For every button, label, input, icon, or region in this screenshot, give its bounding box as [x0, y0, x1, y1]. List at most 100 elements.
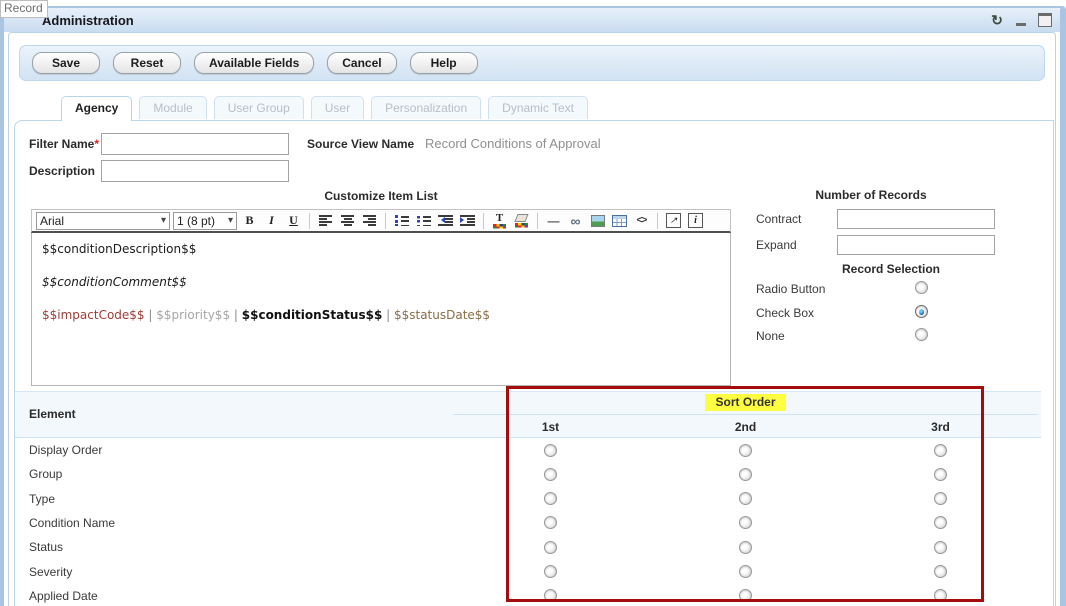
italic-icon[interactable]: I	[262, 212, 281, 230]
status-2nd-radio[interactable]	[739, 541, 752, 554]
severity-1st-radio[interactable]	[544, 565, 557, 578]
maximize-icon[interactable]	[1038, 13, 1052, 27]
check-box-option-row: Check Box	[756, 306, 814, 322]
administration-screen: Record Administration ↻ Save Reset Availab…	[0, 0, 1066, 606]
display-order-3rd-radio[interactable]	[934, 444, 947, 457]
editor-body[interactable]: $$conditionDescription$$ $$conditionComm…	[31, 233, 731, 386]
main-panel: Save Reset Available Fields Cancel Help Agen…	[8, 32, 1056, 606]
radio-button-radio[interactable]	[915, 281, 928, 294]
html-source-icon[interactable]: <>	[632, 212, 651, 230]
outdent-icon[interactable]	[436, 212, 455, 230]
type-2nd-radio[interactable]	[739, 492, 752, 505]
help-button[interactable]: Help	[410, 52, 478, 74]
text-color-icon[interactable]: T	[490, 212, 509, 230]
status-1st-radio[interactable]	[544, 541, 557, 554]
chevron-down-icon: ▾	[161, 215, 166, 226]
align-left-icon[interactable]	[316, 212, 335, 230]
none-radio[interactable]	[915, 328, 928, 341]
record-selection-heading: Record Selection	[741, 262, 1041, 276]
severity-2nd-radio[interactable]	[739, 565, 752, 578]
source-view-name-value: Record Conditions of Approval	[425, 136, 601, 151]
underline-icon[interactable]: U	[284, 212, 303, 230]
cancel-button[interactable]: Cancel	[327, 52, 396, 74]
sort-row-applied-date: Applied Date	[15, 584, 1041, 606]
check-box-label: Check Box	[756, 306, 814, 320]
align-center-icon[interactable]	[338, 212, 357, 230]
sort-order-highlight: Sort Order	[705, 394, 785, 411]
minimize-icon[interactable]	[1014, 13, 1028, 27]
column-header-3rd: 3rd	[843, 420, 1038, 434]
expand-input[interactable]	[837, 235, 995, 255]
group-label: Group	[29, 467, 62, 481]
tab-user[interactable]: User	[311, 96, 364, 119]
tab-personalization[interactable]: Personalization	[371, 96, 481, 119]
align-right-icon[interactable]	[360, 212, 379, 230]
sort-row-display-order: Display Order	[15, 438, 1041, 462]
contract-input[interactable]	[837, 209, 995, 229]
display-order-2nd-radio[interactable]	[739, 444, 752, 457]
popup-editor-icon[interactable]: ↗	[664, 212, 683, 230]
sort-order-columns: Sort Order 1st2nd3rd	[453, 391, 1038, 438]
record-tooltip: Record	[0, 0, 48, 18]
group-3rd-radio[interactable]	[934, 468, 947, 481]
toolbar-separator	[385, 213, 386, 229]
type-1st-radio[interactable]	[544, 492, 557, 505]
template-token: |	[145, 308, 157, 322]
bold-icon[interactable]: B	[240, 212, 259, 230]
info-icon[interactable]: i	[686, 212, 705, 230]
window-title: Administration	[42, 13, 134, 28]
condition-name-2nd-radio[interactable]	[739, 516, 752, 529]
highlight-color-icon[interactable]	[512, 212, 531, 230]
column-header-2nd: 2nd	[648, 420, 843, 434]
tab-agency[interactable]: Agency	[61, 96, 132, 121]
unordered-list-icon[interactable]	[414, 212, 433, 230]
chevron-down-icon: ▾	[228, 215, 233, 226]
template-token: |	[230, 308, 242, 322]
group-2nd-radio[interactable]	[739, 468, 752, 481]
available-fields-button[interactable]: Available Fields	[194, 52, 314, 74]
font-size-select-value: 1 (8 pt)	[177, 214, 215, 228]
refresh-icon[interactable]: ↻	[990, 13, 1004, 27]
insert-table-icon[interactable]	[610, 212, 629, 230]
applied-date-2nd-radio[interactable]	[739, 589, 752, 602]
check-box-radio[interactable]	[915, 305, 928, 318]
expand-row: Expand	[756, 238, 797, 258]
link-icon[interactable]: ∞	[566, 212, 585, 230]
required-marker: *	[94, 137, 99, 151]
description-label: Description	[29, 164, 95, 178]
tab-bar: Agency Module User Group User Personalizatio…	[61, 96, 588, 119]
filter-name-input[interactable]	[101, 133, 289, 155]
save-button[interactable]: Save	[32, 52, 100, 74]
type-3rd-radio[interactable]	[934, 492, 947, 505]
ordered-list-icon[interactable]	[392, 212, 411, 230]
sort-row-group: Group	[15, 462, 1041, 486]
applied-date-3rd-radio[interactable]	[934, 589, 947, 602]
severity-3rd-radio[interactable]	[934, 565, 947, 578]
tab-module[interactable]: Module	[139, 96, 206, 119]
applied-date-label: Applied Date	[29, 589, 98, 603]
font-family-select[interactable]: Arial▾	[36, 212, 170, 230]
editor-toolbar: Arial▾ 1 (8 pt) ▾ BIU T —∞ <> ↗i	[31, 209, 731, 233]
status-3rd-radio[interactable]	[934, 541, 947, 554]
display-order-1st-radio[interactable]	[544, 444, 557, 457]
contract-row: Contract	[756, 212, 801, 232]
condition-name-3rd-radio[interactable]	[934, 516, 947, 529]
font-size-select[interactable]: 1 (8 pt) ▾	[173, 212, 237, 230]
tab-user-group[interactable]: User Group	[214, 96, 304, 119]
template-token: $$priority$$	[156, 308, 230, 322]
source-view-name-label: Source View Name	[307, 137, 414, 151]
toolbar-separator	[483, 213, 484, 229]
description-input[interactable]	[101, 160, 289, 182]
template-token: |	[382, 308, 394, 322]
tab-dynamic-text[interactable]: Dynamic Text	[488, 96, 588, 119]
group-1st-radio[interactable]	[544, 468, 557, 481]
reset-button[interactable]: Reset	[113, 52, 181, 74]
radio-button-option-row: Radio Button	[756, 282, 825, 298]
image-icon[interactable]	[588, 212, 607, 230]
column-header-1st: 1st	[453, 420, 648, 434]
horizontal-rule-icon[interactable]: —	[544, 212, 563, 230]
indent-icon[interactable]	[458, 212, 477, 230]
applied-date-1st-radio[interactable]	[544, 589, 557, 602]
display-order-label: Display Order	[29, 443, 102, 457]
condition-name-1st-radio[interactable]	[544, 516, 557, 529]
